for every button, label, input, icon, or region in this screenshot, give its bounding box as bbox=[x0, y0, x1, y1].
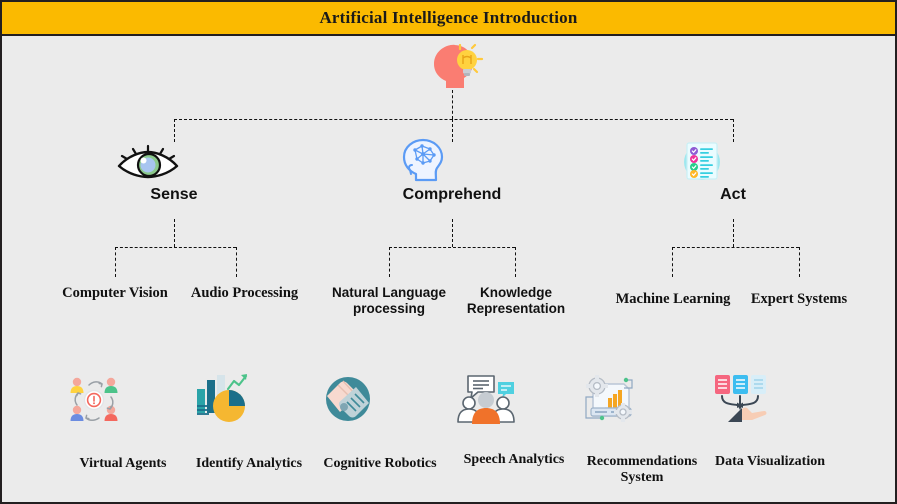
leaf-label-machine-learning: Machine Learning bbox=[615, 291, 731, 307]
connector-knowledge-representation bbox=[515, 247, 516, 277]
leaf-machine-learning[interactable]: Machine Learning bbox=[609, 291, 737, 308]
application-label-data-visualization: Data Visualization bbox=[714, 454, 826, 469]
connector-audio-processing bbox=[236, 247, 237, 277]
ai-introduction-diagram: Artificial Intelligence Introduction Sen… bbox=[0, 0, 897, 504]
leaf-expert-systems[interactable]: Expert Systems bbox=[737, 291, 861, 308]
users-network-icon bbox=[63, 372, 183, 428]
application-data-visualization[interactable]: Data Visualization bbox=[708, 372, 832, 470]
application-label-speech-analytics: Speech Analytics bbox=[463, 452, 565, 467]
eye-icon bbox=[114, 140, 234, 182]
checklist-icon bbox=[673, 138, 793, 182]
application-virtual-agents[interactable]: Virtual Agents bbox=[63, 372, 183, 472]
branch-label-sense: Sense bbox=[150, 186, 198, 203]
application-recommendations-system[interactable]: Recommendations System bbox=[580, 372, 704, 486]
leaf-computer-vision[interactable]: Computer Vision bbox=[50, 285, 180, 302]
title-bar: Artificial Intelligence Introduction bbox=[2, 2, 895, 36]
connector-sense-stem bbox=[174, 219, 175, 247]
charts-pie-icon bbox=[189, 372, 309, 428]
people-speech-icon bbox=[454, 372, 574, 428]
connector-machine-learning bbox=[672, 247, 673, 277]
branch-act[interactable]: Act bbox=[673, 138, 793, 204]
connector-sense-bar bbox=[115, 247, 236, 248]
leaf-knowledge-representation[interactable]: Knowledge Representation bbox=[451, 285, 581, 317]
leaf-label-nlp-line1: Natural Language bbox=[331, 285, 447, 300]
application-identify-analytics[interactable]: Identify Analytics bbox=[189, 372, 309, 472]
connector-act-bar bbox=[672, 247, 799, 248]
branch-label-comprehend: Comprehend bbox=[402, 186, 502, 203]
leaf-label-kr-line2: Representation bbox=[466, 301, 566, 317]
leaf-label-audio-processing: Audio Processing bbox=[190, 285, 299, 301]
application-label-identify-analytics: Identify Analytics bbox=[195, 456, 303, 471]
connector-root-down bbox=[452, 90, 453, 119]
application-label-virtual-agents: Virtual Agents bbox=[79, 456, 167, 471]
leaf-label-expert-systems: Expert Systems bbox=[750, 291, 848, 307]
connector-computer-vision bbox=[115, 247, 116, 277]
connector-sense-down bbox=[174, 119, 175, 142]
application-label-recommendations-line2: System bbox=[620, 470, 664, 486]
connector-nlp bbox=[389, 247, 390, 277]
branch-label-act: Act bbox=[720, 186, 746, 203]
hand-data-cards-icon bbox=[708, 372, 832, 428]
application-speech-analytics[interactable]: Speech Analytics bbox=[454, 372, 574, 468]
root-node-ai bbox=[416, 42, 488, 90]
leaf-audio-processing[interactable]: Audio Processing bbox=[178, 285, 311, 302]
brain-head-icon bbox=[392, 138, 512, 182]
leaf-label-computer-vision: Computer Vision bbox=[62, 285, 168, 301]
connector-comprehend-bar bbox=[389, 247, 515, 248]
application-label-recommendations-line1: Recommendations bbox=[586, 454, 698, 469]
head-lightbulb-icon bbox=[416, 42, 488, 90]
connector-act-stem bbox=[733, 219, 734, 247]
application-label-cognitive-robotics: Cognitive Robotics bbox=[323, 456, 437, 471]
application-cognitive-robotics[interactable]: Cognitive Robotics bbox=[320, 372, 440, 472]
leaf-label-kr-line1: Knowledge bbox=[479, 285, 552, 300]
branch-sense[interactable]: Sense bbox=[114, 140, 234, 204]
gears-chart-icon bbox=[580, 372, 704, 428]
connector-level1-bar bbox=[174, 119, 733, 120]
branch-comprehend[interactable]: Comprehend bbox=[392, 138, 512, 204]
handshake-robot-icon bbox=[320, 372, 440, 428]
connector-comprehend-stem bbox=[452, 219, 453, 247]
connector-expert-systems bbox=[799, 247, 800, 277]
page-title: Artificial Intelligence Introduction bbox=[319, 8, 578, 27]
leaf-label-nlp-line2: processing bbox=[352, 301, 426, 317]
leaf-natural-language-processing[interactable]: Natural Language processing bbox=[324, 285, 454, 317]
